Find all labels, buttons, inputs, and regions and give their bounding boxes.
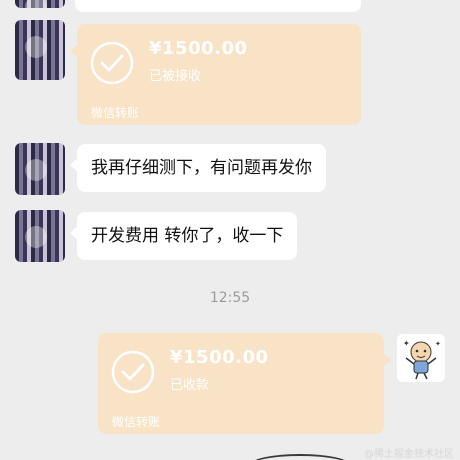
contact-avatar[interactable] (15, 20, 65, 80)
message-text: 我再仔细测下，有问题再发你 (91, 158, 312, 178)
transfer-status: 已收款 (170, 378, 210, 393)
contact-avatar[interactable] (15, 0, 65, 8)
cartoon-character-icon: ✦ ✦ (397, 334, 445, 382)
svg-text:✦: ✦ (403, 339, 410, 348)
check-circle-icon (111, 350, 155, 394)
contact-avatar[interactable] (15, 210, 65, 262)
my-avatar[interactable]: ✦ ✦ (397, 334, 445, 382)
transfer-status: 已被接收 (149, 69, 202, 84)
transfer-label: 微信转账 (91, 106, 140, 120)
message-bubble[interactable]: 开发费用 转你了，收一下 (70, 212, 298, 260)
transfer-card-collected[interactable]: ¥1500.00 已收款 微信转账 (98, 333, 391, 434)
transfer-card-received[interactable]: ¥1500.00 已被接收 微信转账 (70, 24, 361, 125)
message-bubble-partial[interactable] (75, 0, 361, 12)
contact-avatar[interactable] (15, 143, 65, 195)
transfer-label: 微信转账 (112, 415, 161, 429)
check-circle-icon (90, 41, 134, 85)
svg-text:✦: ✦ (435, 340, 441, 348)
transfer-amount: ¥1500.00 (149, 38, 248, 59)
message-bubble[interactable]: 我再仔细测下，有问题再发你 (70, 144, 326, 192)
bubble-tail (70, 226, 78, 240)
bubble-tail (383, 353, 391, 367)
bubble-tail (70, 44, 78, 58)
bubble-tail (70, 158, 78, 172)
transfer-amount: ¥1500.00 (170, 347, 269, 368)
chat-window: ¥1500.00 已被接收 微信转账 我再仔细测下，有问题再发你 开发费用 转你… (0, 0, 460, 460)
message-text: 开发费用 转你了，收一下 (91, 226, 284, 246)
message-bubble-partial[interactable] (250, 454, 350, 460)
message-timestamp: 12:55 (209, 290, 251, 306)
watermark: @稀土掘金技术社区 (364, 449, 454, 460)
